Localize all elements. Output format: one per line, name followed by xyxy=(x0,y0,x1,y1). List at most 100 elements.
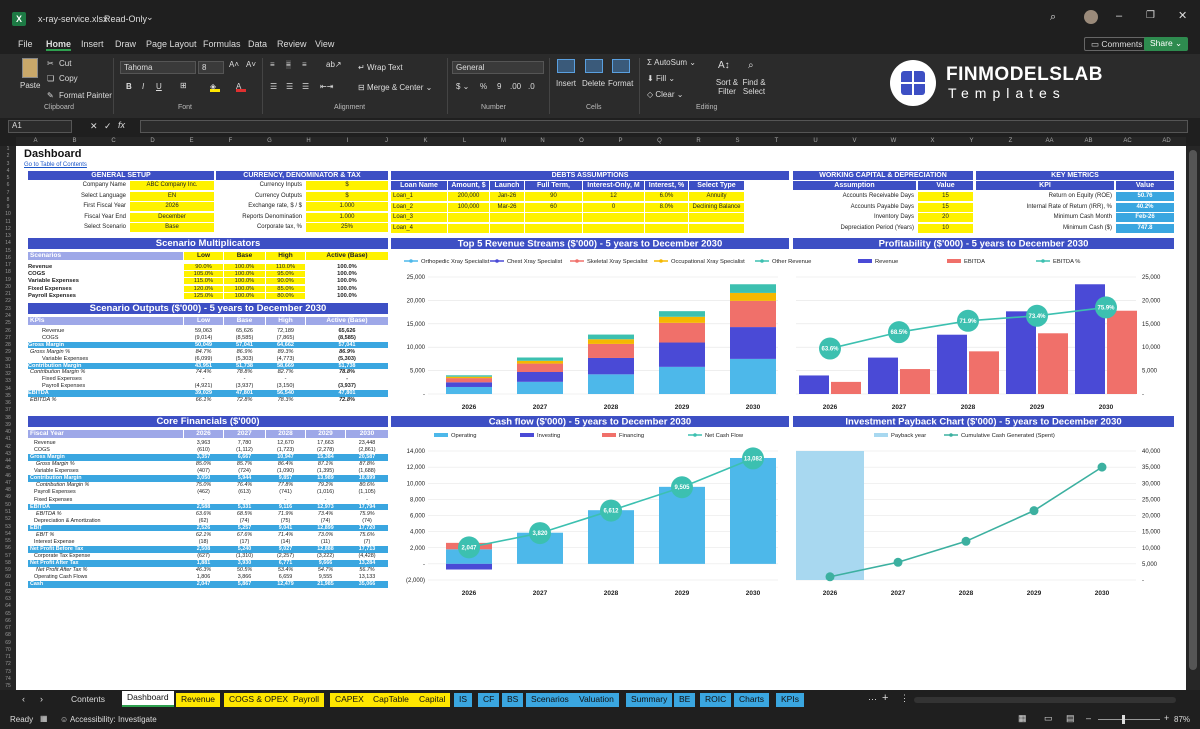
row-header[interactable]: 65 xyxy=(0,611,16,618)
column-header[interactable]: Z xyxy=(991,137,1030,146)
paste-button[interactable]: Paste xyxy=(20,81,40,90)
row-header[interactable]: 19 xyxy=(0,277,16,284)
row-header[interactable]: 48 xyxy=(0,487,16,494)
row-header[interactable]: 16 xyxy=(0,255,16,262)
row-header[interactable]: 54 xyxy=(0,531,16,538)
formula-input[interactable] xyxy=(140,120,1188,133)
tab-cf[interactable]: CF xyxy=(478,693,500,707)
tab-captable[interactable]: CapTable xyxy=(368,693,414,707)
row-header[interactable]: 1 xyxy=(0,146,16,153)
column-header[interactable]: W xyxy=(874,137,913,146)
column-header[interactable]: G xyxy=(250,137,289,146)
delete-button[interactable]: Delete xyxy=(582,79,605,88)
number-format-select[interactable]: General xyxy=(452,61,544,74)
tab-roic[interactable]: ROIC xyxy=(700,693,732,707)
fill-color-icon[interactable]: ◈ xyxy=(210,82,220,92)
row-header[interactable]: 34 xyxy=(0,386,16,393)
column-header[interactable]: O xyxy=(562,137,601,146)
column-header[interactable]: K xyxy=(406,137,445,146)
align-right-icon[interactable]: ☰ xyxy=(302,82,309,91)
menu-draw[interactable]: Draw xyxy=(115,39,136,49)
row-header[interactable]: 39 xyxy=(0,422,16,429)
row-header[interactable]: 29 xyxy=(0,349,16,356)
tab-options-icon[interactable]: ⋮ xyxy=(900,693,909,704)
tab-contents[interactable]: Contents xyxy=(66,693,111,707)
row-header[interactable]: 64 xyxy=(0,603,16,610)
font-color-icon[interactable]: A xyxy=(236,82,246,92)
copy-button[interactable]: Copy xyxy=(59,74,78,83)
column-header[interactable]: AB xyxy=(1069,137,1108,146)
horizontal-scrollbar[interactable] xyxy=(914,697,1176,703)
tab-dashboard[interactable]: Dashboard xyxy=(122,691,174,707)
clear-button[interactable]: ◇ Clear ⌄ xyxy=(647,90,683,99)
row-header[interactable]: 68 xyxy=(0,632,16,639)
tab-revenue[interactable]: Revenue xyxy=(176,693,221,707)
row-header[interactable]: 57 xyxy=(0,553,16,560)
align-left-icon[interactable]: ☰ xyxy=(270,82,277,91)
row-header[interactable]: 7 xyxy=(0,190,16,197)
column-header[interactable]: D xyxy=(133,137,172,146)
column-header[interactable]: AA xyxy=(1030,137,1069,146)
row-header[interactable]: 24 xyxy=(0,313,16,320)
column-header[interactable]: Y xyxy=(952,137,991,146)
row-header[interactable]: 10 xyxy=(0,211,16,218)
row-header[interactable]: 59 xyxy=(0,567,16,574)
menu-home[interactable]: Home xyxy=(46,39,72,51)
row-header[interactable]: 37 xyxy=(0,407,16,414)
row-header[interactable]: 17 xyxy=(0,262,16,269)
row-header[interactable]: 51 xyxy=(0,509,16,516)
row-header[interactable]: 52 xyxy=(0,516,16,523)
row-header[interactable]: 40 xyxy=(0,429,16,436)
autosum-button[interactable]: Σ AutoSum ⌄ xyxy=(647,58,696,67)
align-center-icon[interactable]: ☰ xyxy=(286,82,293,91)
row-header[interactable]: 74 xyxy=(0,676,16,683)
row-header[interactable]: 6 xyxy=(0,182,16,189)
comma-icon[interactable]: 9 xyxy=(497,82,501,91)
row-header[interactable]: 26 xyxy=(0,328,16,335)
row-header[interactable]: 53 xyxy=(0,524,16,531)
delete-cells-icon[interactable] xyxy=(585,59,603,73)
column-header[interactable]: M xyxy=(484,137,523,146)
page-break-view-icon[interactable]: ▤ xyxy=(1066,713,1075,724)
currency-icon[interactable]: $ ⌄ xyxy=(456,82,469,91)
insert-cells-icon[interactable] xyxy=(557,59,575,73)
menu-formulas[interactable]: Formulas xyxy=(203,39,241,49)
row-header[interactable]: 27 xyxy=(0,335,16,342)
column-header[interactable]: AD xyxy=(1147,137,1186,146)
zoom-out-icon[interactable]: – xyxy=(1086,713,1091,723)
paste-icon[interactable] xyxy=(22,58,38,78)
zoom-slider[interactable] xyxy=(1098,719,1160,720)
row-header[interactable]: 2 xyxy=(0,153,16,160)
column-header[interactable]: V xyxy=(835,137,874,146)
increase-font-icon[interactable]: A˄ xyxy=(229,60,239,69)
bold-icon[interactable]: B xyxy=(126,82,132,91)
format-painter-button[interactable]: Format Painter xyxy=(59,91,112,100)
tab-valuation[interactable]: Valuation xyxy=(574,693,619,707)
row-header[interactable]: 47 xyxy=(0,480,16,487)
format-button[interactable]: Format xyxy=(608,79,633,88)
column-header[interactable]: H xyxy=(289,137,328,146)
zoom-slider-thumb[interactable] xyxy=(1122,715,1125,724)
column-header[interactable]: T xyxy=(757,137,796,146)
row-header[interactable]: 43 xyxy=(0,451,16,458)
scroll-tabs-left-icon[interactable]: ‹ xyxy=(22,694,25,704)
row-header[interactable]: 18 xyxy=(0,269,16,276)
row-header[interactable]: 30 xyxy=(0,357,16,364)
page-layout-view-icon[interactable]: ▭ xyxy=(1044,713,1053,724)
align-top-icon[interactable]: ≡ xyxy=(270,60,275,69)
close-icon[interactable]: ✕ xyxy=(1178,9,1187,22)
row-header[interactable]: 9 xyxy=(0,204,16,211)
tab-payroll[interactable]: Payroll xyxy=(288,693,324,707)
function-icon[interactable]: fx xyxy=(118,120,125,130)
tab-charts[interactable]: Charts xyxy=(734,693,770,707)
row-header[interactable]: 20 xyxy=(0,284,16,291)
tab-capex[interactable]: CAPEX xyxy=(330,693,369,707)
row-header[interactable]: 70 xyxy=(0,647,16,654)
font-name-select[interactable]: Tahoma xyxy=(120,61,196,74)
row-header[interactable]: 45 xyxy=(0,465,16,472)
row-header[interactable]: 35 xyxy=(0,393,16,400)
row-header[interactable]: 56 xyxy=(0,545,16,552)
column-header[interactable]: A xyxy=(16,137,55,146)
merge-center-button[interactable]: ⊟ Merge & Center ⌄ xyxy=(358,83,432,92)
italic-icon[interactable]: I xyxy=(142,82,144,91)
